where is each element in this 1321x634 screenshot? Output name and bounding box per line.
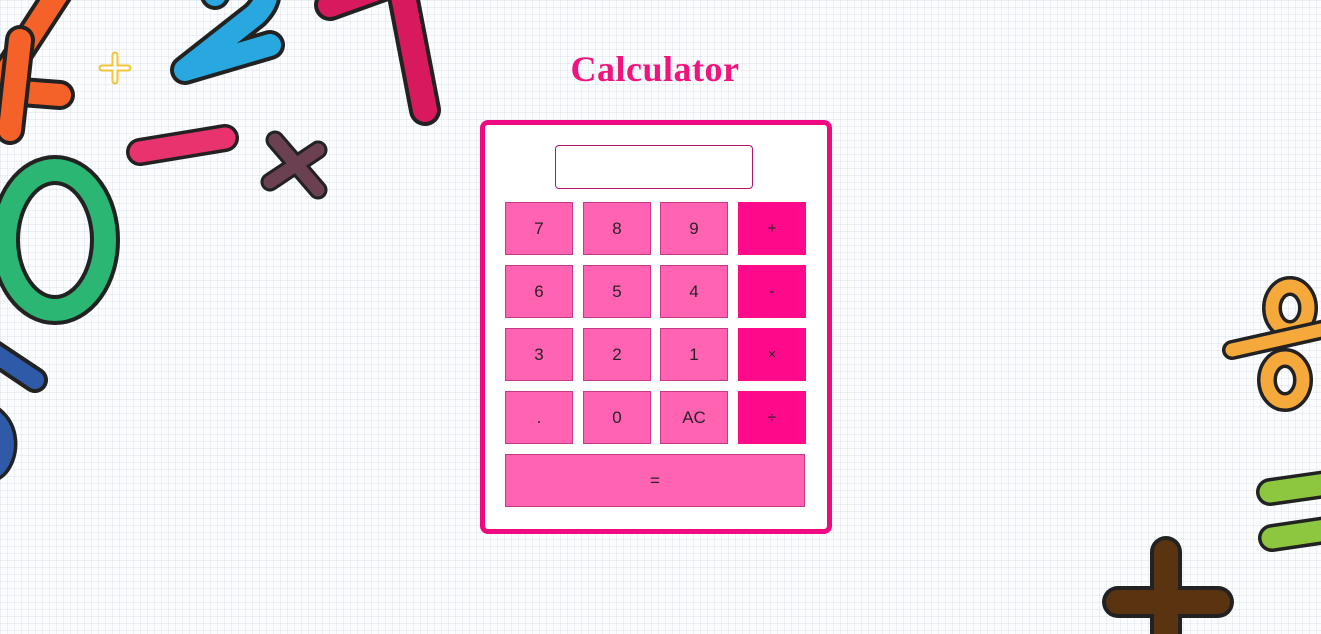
key-divide[interactable]: ÷	[738, 391, 806, 444]
key-4[interactable]: 4	[660, 265, 728, 318]
key-8[interactable]: 8	[583, 202, 651, 255]
key-0[interactable]: 0	[583, 391, 651, 444]
page-title: Calculator	[570, 49, 740, 89]
key-multiply[interactable]: ×	[738, 328, 806, 381]
digit-7-decoration	[0, 341, 48, 480]
key-9[interactable]: 9	[660, 202, 728, 255]
key-1[interactable]: 1	[660, 328, 728, 381]
calculator-display[interactable]	[555, 145, 753, 189]
key-5[interactable]: 5	[583, 265, 651, 318]
key-6[interactable]: 6	[505, 265, 573, 318]
key-all-clear[interactable]: AC	[660, 391, 728, 444]
key-2[interactable]: 2	[583, 328, 651, 381]
percent-decoration	[1222, 276, 1321, 412]
key-add[interactable]: +	[738, 202, 806, 255]
minus-decoration	[126, 124, 239, 166]
key-decimal[interactable]: .	[505, 391, 573, 444]
calculator-panel: 7 8 9 + 6 5 4 - 3 2 1 × . 0 AC ÷ =	[480, 120, 832, 534]
equals-decoration	[1256, 470, 1321, 552]
large-plus-decoration	[1102, 536, 1234, 634]
digit-0-decoration	[0, 155, 120, 325]
key-subtract[interactable]: -	[738, 265, 806, 318]
key-7[interactable]: 7	[505, 202, 573, 255]
key-equals[interactable]: =	[505, 454, 805, 507]
key-3[interactable]: 3	[505, 328, 573, 381]
multiply-decoration	[260, 130, 328, 200]
